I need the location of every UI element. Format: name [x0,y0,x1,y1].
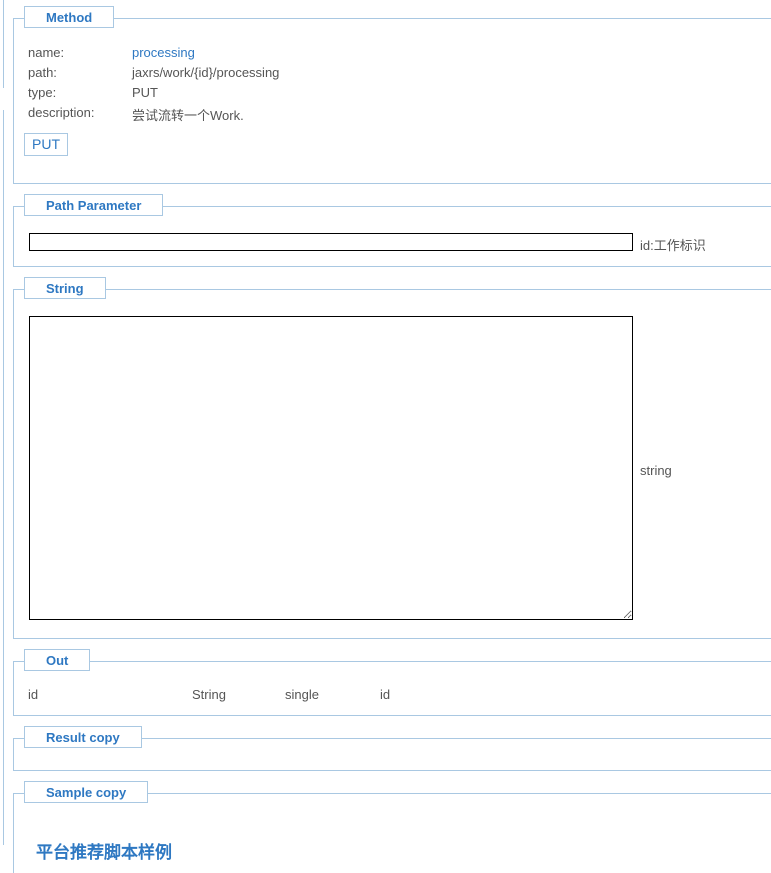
sample-copy-panel: Sample copy 平台推荐脚本样例 [13,781,771,873]
description-label: description: [28,105,95,120]
name-value: processing [132,45,195,60]
type-value: PUT [132,85,158,100]
description-value: 尝试流转一个Work. [132,108,244,123]
out-cell-name: id [28,687,39,702]
out-cell-description: id [380,687,391,702]
out-legend: Out [24,649,91,671]
path-parameter-legend: Path Parameter [24,194,164,216]
put-submit-button[interactable]: PUT [24,133,68,156]
path-value: jaxrs/work/{id}/processing [132,65,280,80]
string-panel: String string [13,277,771,639]
id-input[interactable] [29,233,633,251]
string-note: string [640,463,672,478]
string-legend: String [24,277,106,299]
left-edge-line [3,0,4,88]
sample-heading: 平台推荐脚本样例 [36,843,172,862]
string-body-textarea[interactable] [29,316,633,620]
result-copy-panel: Result copy [13,726,771,771]
name-label: name: [28,45,65,60]
method-panel: Method name: processing path: jaxrs/work… [13,6,771,184]
path-parameter-panel: Path Parameter id:工作标识 [13,194,771,267]
id-note: id:工作标识 [640,238,706,253]
out-cell-type: String [192,687,226,702]
out-cell-multiplicity: single [285,687,319,702]
sample-copy-legend[interactable]: Sample copy [24,781,149,803]
path-label: path: [28,65,57,80]
out-panel: Out id String single id [13,649,771,716]
type-label: type: [28,85,57,100]
result-copy-legend[interactable]: Result copy [24,726,142,748]
left-edge-line [3,110,4,845]
method-legend: Method [24,6,115,28]
